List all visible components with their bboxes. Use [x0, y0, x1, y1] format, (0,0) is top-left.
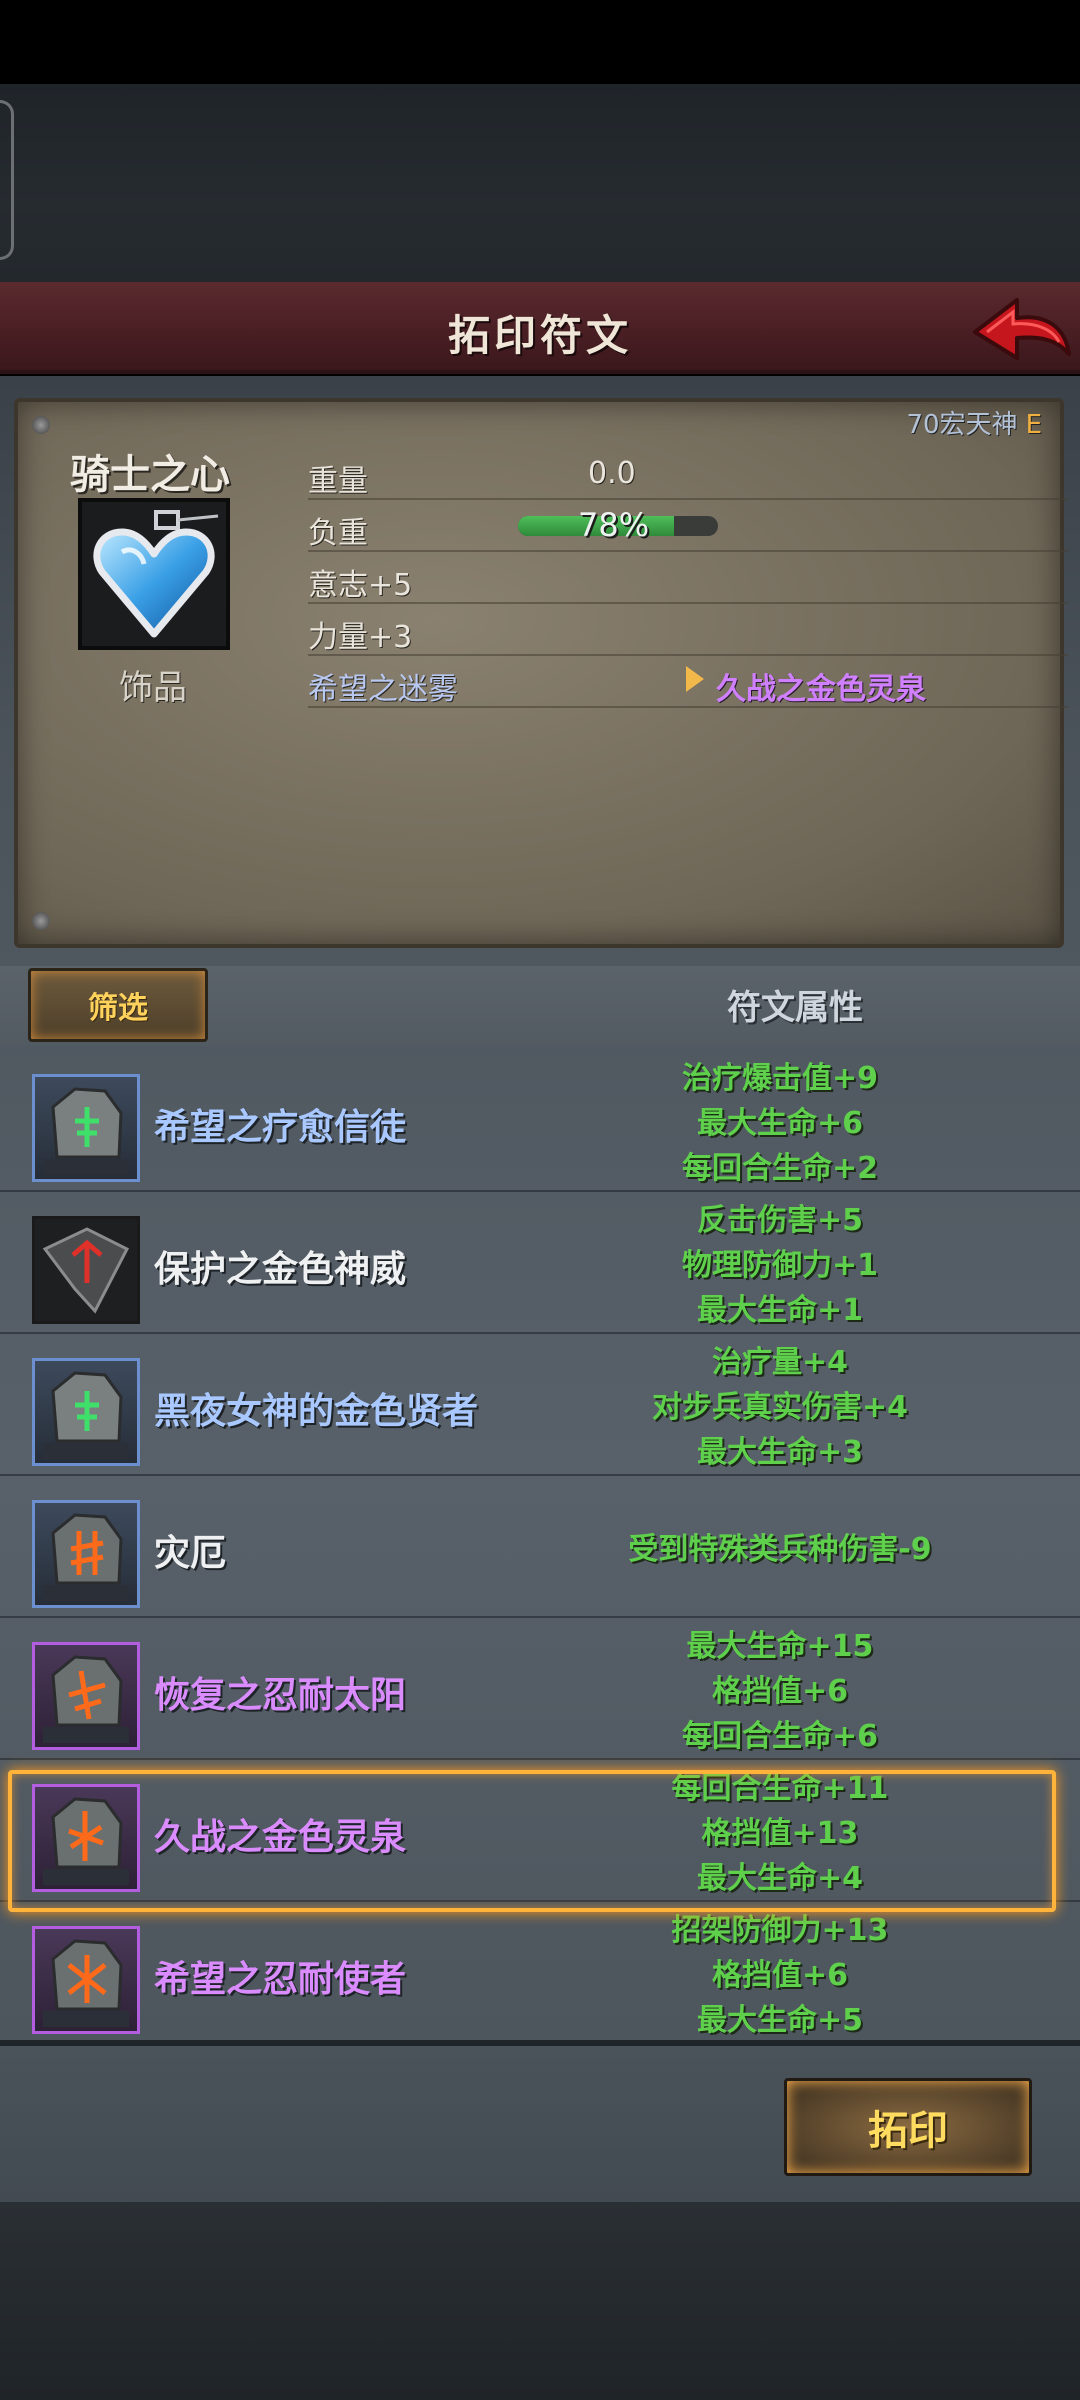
rune-attr: 最大生命+5: [696, 2002, 863, 2038]
rune-row[interactable]: 希望之忍耐使者 招架防御力+13 格挡值+6 最大生命+5: [0, 1902, 1080, 2040]
rune-attr: 每回合生命+2: [681, 1150, 878, 1186]
back-button[interactable]: [965, 292, 1075, 372]
stat-label: 力量+3: [308, 620, 413, 655]
rune-attr: 反击伤害+5: [696, 1202, 863, 1238]
rune-row-selected[interactable]: 久战之金色灵泉 每回合生命+11 格挡值+13 最大生命+4: [0, 1760, 1080, 1902]
rune-stone-icon: [32, 1784, 140, 1892]
rune-row[interactable]: 黑夜女神的金色贤者 治疗量+4 对步兵真实伤害+4 最大生命+3: [0, 1334, 1080, 1476]
target-rune-label: 久战之金色灵泉: [716, 672, 926, 707]
stat-label: 负重: [308, 516, 368, 551]
rune-row[interactable]: 恢复之忍耐太阳 最大生命+15 格挡值+6 每回合生命+6: [0, 1618, 1080, 1760]
rank-label: 70宏天神: [906, 410, 1018, 440]
stat-value: 0.0: [588, 456, 636, 491]
stat-row-strength: 力量+3: [308, 606, 1068, 656]
rune-stone-icon: [32, 1358, 140, 1466]
stat-row-rune-slot: 希望之迷雾 久战之金色灵泉: [308, 658, 1068, 708]
stat-row-will: 意志+5: [308, 554, 1068, 604]
grade-label: E: [1025, 410, 1042, 440]
stat-row-load: 负重 78%: [308, 502, 1068, 552]
rune-attr: 物理防御力+1: [681, 1247, 878, 1283]
rivet-icon: [32, 416, 50, 434]
rune-row[interactable]: 希望之疗愈信徒 治疗爆击值+9 最大生命+6 每回合生命+2: [0, 1050, 1080, 1192]
rune-stone-icon: [32, 1500, 140, 1608]
filter-button-label: 筛选: [88, 991, 148, 1026]
rune-attr: 格挡值+6: [711, 1957, 848, 1993]
rune-attr: 格挡值+6: [711, 1673, 848, 1709]
rune-attr: 最大生命+4: [696, 1860, 863, 1896]
page-title: 拓印符文: [447, 311, 632, 360]
rune-stone-icon: [32, 1642, 140, 1750]
rune-attr-column-header: 符文属性: [727, 988, 863, 1028]
rune-attr: 治疗量+4: [711, 1344, 848, 1380]
item-name: 骑士之心: [70, 452, 230, 498]
rune-attr: 治疗爆击值+9: [681, 1060, 878, 1096]
rune-name: 保护之金色神威: [154, 1249, 407, 1290]
status-bar-area: [0, 0, 1080, 84]
rune-attr: 对步兵真实伤害+4: [651, 1389, 908, 1425]
rune-stone-icon: [32, 1926, 140, 2034]
filter-button[interactable]: 筛选: [28, 968, 208, 1042]
load-percent: 78%: [578, 506, 650, 544]
rune-name: 黑夜女神的金色贤者: [154, 1391, 479, 1432]
imprint-button[interactable]: 拓印: [784, 2078, 1032, 2176]
rune-name: 恢复之忍耐太阳: [154, 1675, 407, 1716]
rune-name: 希望之疗愈信徒: [154, 1107, 407, 1148]
stat-row-weight: 重量 0.0: [308, 450, 1068, 500]
rune-name: 希望之忍耐使者: [154, 1959, 407, 2000]
imprint-button-label: 拓印: [868, 2108, 948, 2154]
top-backdrop: [0, 84, 1080, 284]
item-icon-frame: [78, 498, 230, 650]
rune-attrs: 反击伤害+5 物理防御力+1 最大生命+1: [600, 1198, 960, 1332]
rune-name: 灾厄: [154, 1533, 227, 1574]
item-type: 饰品: [119, 668, 187, 708]
rune-stone-icon: [32, 1074, 140, 1182]
rune-list: 希望之疗愈信徒 治疗爆击值+9 最大生命+6 每回合生命+2 保护之金色神威 反…: [0, 1050, 1080, 2040]
rune-attrs: 治疗爆击值+9 最大生命+6 每回合生命+2: [600, 1056, 960, 1190]
stat-label: 意志+5: [308, 568, 413, 603]
player-rank: 70宏天神 E: [906, 404, 1042, 441]
rune-attrs: 治疗量+4 对步兵真实伤害+4 最大生命+3: [600, 1340, 960, 1474]
rune-row[interactable]: 灾厄 受到特殊类兵种伤害-9: [0, 1476, 1080, 1618]
rune-attr: 最大生命+3: [696, 1434, 863, 1470]
rivet-icon: [32, 912, 50, 930]
rune-attr: 最大生命+6: [696, 1105, 863, 1141]
rune-attrs: 每回合生命+11 格挡值+13 最大生命+4: [600, 1766, 960, 1900]
side-tab-edge[interactable]: [0, 100, 14, 260]
rune-attrs: 招架防御力+13 格挡值+6 最大生命+5: [600, 1908, 960, 2040]
item-card: 70宏天神 E 骑士之心 饰品 重量 0.0 负重 78% 意志+5 力量+3 …: [14, 398, 1068, 948]
rune-attr: 受到特殊类兵种伤害-9: [628, 1531, 932, 1567]
rune-blade-icon: [32, 1216, 140, 1324]
rune-row[interactable]: 保护之金色神威 反击伤害+5 物理防御力+1 最大生命+1: [0, 1192, 1080, 1334]
heart-pendant-icon: [93, 510, 219, 638]
rune-attr: 每回合生命+6: [681, 1718, 878, 1754]
rune-attrs: 受到特殊类兵种伤害-9: [600, 1482, 960, 1616]
bottom-backdrop: [0, 2202, 1080, 2400]
page-header: 拓印符文: [0, 282, 1080, 374]
play-arrow-icon: [686, 666, 704, 692]
rune-attr: 每回合生命+11: [671, 1770, 889, 1806]
back-arrow-icon: [973, 298, 1071, 360]
rune-attr: 最大生命+15: [686, 1628, 874, 1664]
rune-attr: 最大生命+1: [696, 1292, 863, 1328]
rune-attr: 招架防御力+13: [671, 1912, 889, 1948]
stat-label: 重量: [308, 464, 368, 499]
rune-attr: 格挡值+13: [701, 1815, 859, 1851]
current-rune-label: 希望之迷雾: [308, 672, 458, 707]
rune-attrs: 最大生命+15 格挡值+6 每回合生命+6: [600, 1624, 960, 1758]
rune-name: 久战之金色灵泉: [154, 1817, 407, 1858]
